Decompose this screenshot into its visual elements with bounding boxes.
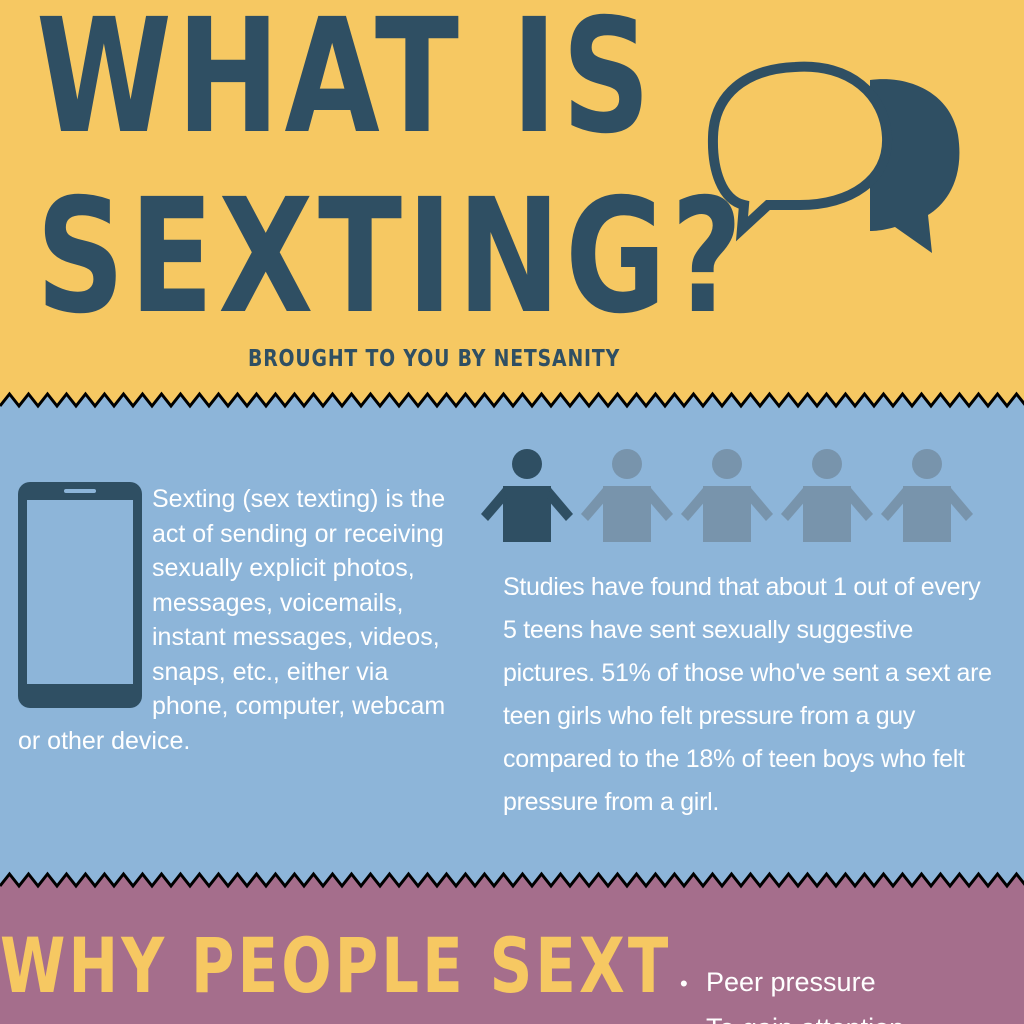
sexting-definition: Sexting (sex texting) is the act of send… bbox=[18, 485, 446, 755]
reasons-list: Peer pressure To gain attention bbox=[680, 960, 904, 1024]
sexting-statistics: Studies have found that about 1 out of e… bbox=[503, 573, 992, 816]
page-title-line-1: WHAT IS bbox=[36, 0, 656, 169]
info-section: Sexting (sex texting) is the act of send… bbox=[0, 388, 1024, 888]
person-icon bbox=[881, 449, 973, 542]
speech-bubbles-icon bbox=[707, 61, 960, 253]
page-title-line-2: SEXTING? bbox=[36, 165, 748, 349]
zigzag-divider bbox=[0, 866, 1024, 894]
zigzag-divider bbox=[0, 386, 1024, 414]
people-statistic bbox=[481, 449, 973, 542]
why-section: WHY PEOPLE SEXT Peer pressure To gain at… bbox=[0, 882, 1024, 1024]
byline: BROUGHT TO YOU BY NETSANITY bbox=[248, 346, 621, 372]
person-icon bbox=[781, 449, 873, 542]
list-item: Peer pressure bbox=[680, 960, 904, 1006]
person-icon bbox=[581, 449, 673, 542]
person-icon bbox=[481, 449, 573, 542]
list-item: To gain attention bbox=[680, 1006, 904, 1024]
section-title: WHY PEOPLE SEXT bbox=[0, 921, 672, 1010]
person-icon bbox=[681, 449, 773, 542]
header-section: WHAT IS SEXTING? BROUGHT TO YOU BY NETSA… bbox=[0, 0, 1024, 400]
